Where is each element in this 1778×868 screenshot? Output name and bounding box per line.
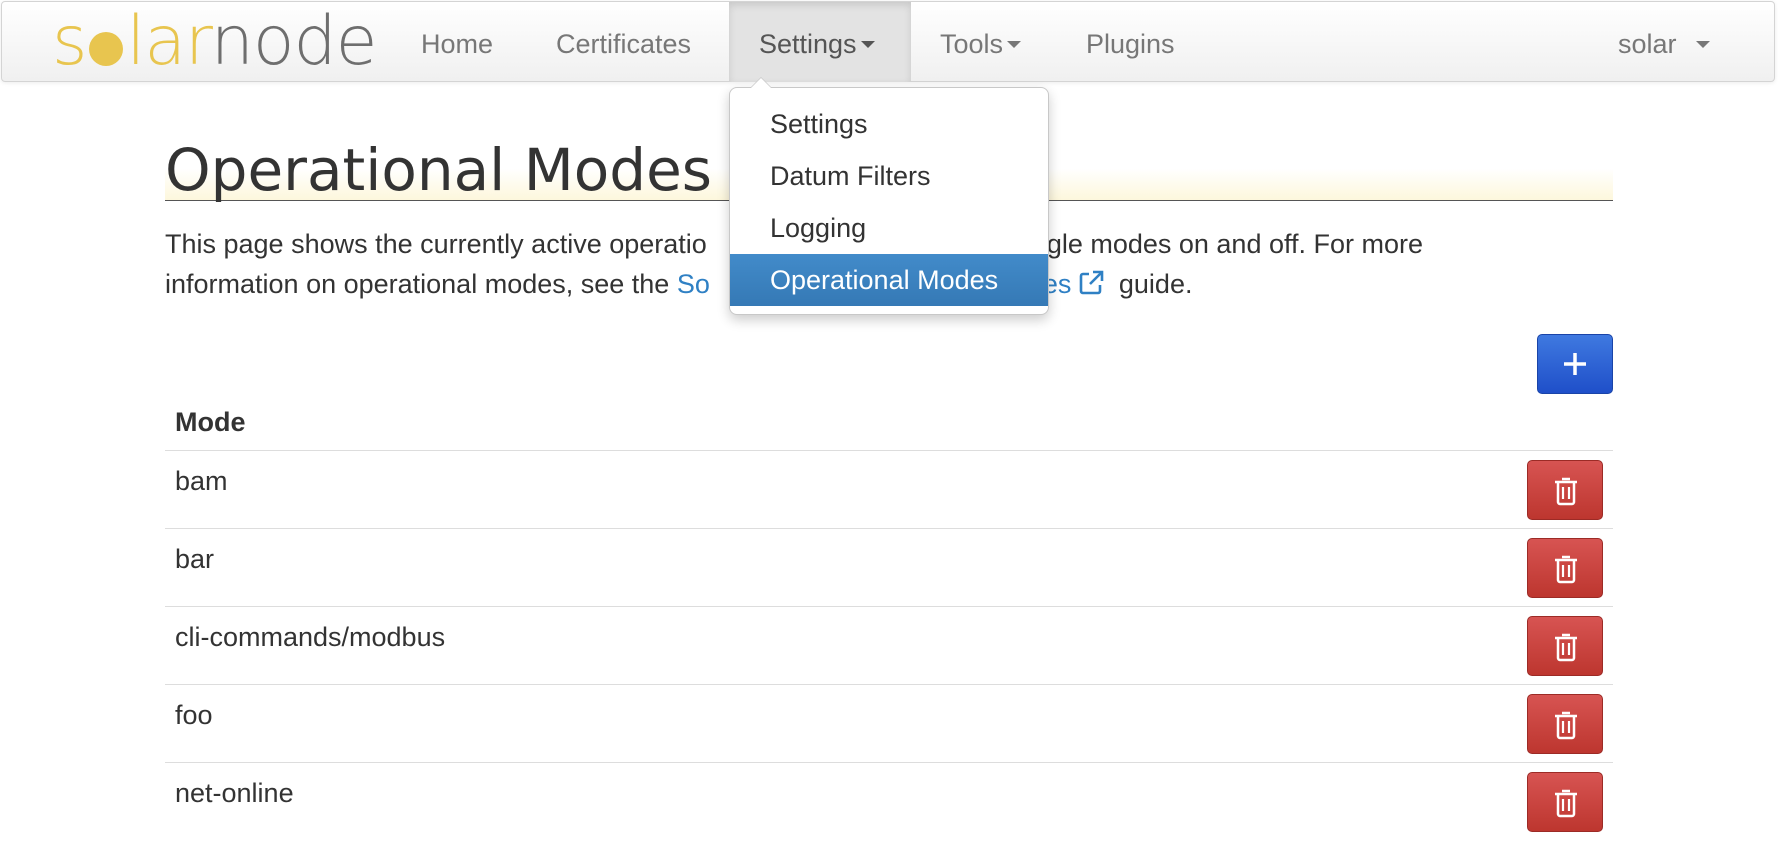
nav-tools-label: Tools — [940, 29, 1004, 59]
nav-certificates[interactable]: Certificates — [556, 2, 691, 82]
settings-dropdown-menu: Settings Datum Filters Logging Operation… — [729, 77, 1049, 315]
dropdown-item-datum-filters[interactable]: Datum Filters — [730, 150, 1048, 202]
caret-down-icon — [1007, 41, 1022, 48]
guide-link-start: So — [676, 269, 710, 299]
logo-text-lar: lar — [126, 2, 211, 81]
trash-icon — [1555, 789, 1577, 818]
delete-mode-button[interactable] — [1527, 772, 1603, 832]
logo-text-s: s — [52, 2, 87, 81]
mode-name: net-online — [175, 778, 294, 808]
table-row: net-online — [165, 762, 1613, 840]
logo-sun-dot — [89, 32, 124, 66]
dropdown-item-label: Operational Modes — [770, 265, 999, 295]
nav-settings-label: Settings — [759, 29, 857, 59]
mode-name: bam — [175, 466, 228, 496]
nav-home-label: Home — [421, 29, 494, 59]
mode-name: cli-commands/modbus — [175, 622, 446, 652]
table-row: bam — [165, 450, 1613, 528]
table-row: cli-commands/modbus — [165, 606, 1613, 684]
nav-home[interactable]: Home — [421, 2, 493, 82]
intro-line1-start: This page shows the currently active ope… — [165, 229, 707, 259]
plus-icon — [1564, 353, 1586, 375]
table-row: foo — [165, 684, 1613, 762]
delete-mode-button[interactable] — [1527, 460, 1603, 520]
delete-mode-button[interactable] — [1527, 538, 1603, 598]
trash-icon — [1555, 477, 1577, 506]
dropdown-item-label: Logging — [770, 213, 867, 243]
caret-down-icon — [1695, 41, 1710, 48]
dropdown-item-operational-modes[interactable]: Operational Modes — [730, 254, 1048, 306]
nav-settings[interactable]: Settings — [729, 2, 911, 82]
mode-name: bar — [175, 544, 215, 574]
dropdown-item-logging[interactable]: Logging — [730, 202, 1048, 254]
caret-down-icon — [860, 41, 875, 48]
intro-line1-end: oggle modes on and off. For more — [1016, 229, 1424, 259]
user-name: solar — [1618, 29, 1677, 59]
trash-icon — [1555, 711, 1577, 740]
top-navbar: s larnode Home Certificates Settings Tool… — [1, 1, 1775, 82]
dropdown-arrow-inner — [751, 78, 771, 88]
intro-line2-end: guide. — [1111, 269, 1193, 299]
dropdown-item-label: Datum Filters — [770, 161, 931, 191]
trash-icon — [1555, 633, 1577, 662]
mode-column-header: Mode — [175, 407, 246, 437]
dropdown-item-label: Settings — [770, 109, 868, 139]
modes-table: bam bar cli-commands/modbus foo net-onli… — [165, 450, 1613, 840]
add-mode-button[interactable] — [1537, 334, 1613, 394]
delete-mode-button[interactable] — [1527, 694, 1603, 754]
nav-tools[interactable]: Tools — [940, 2, 1022, 82]
logo-text-node: node — [210, 2, 378, 81]
nav-certificates-label: Certificates — [556, 29, 692, 59]
nav-plugins-label: Plugins — [1086, 29, 1175, 59]
table-row: bar — [165, 528, 1613, 606]
dropdown-item-settings[interactable]: Settings — [730, 98, 1048, 150]
intro-line2-start: information on operational modes, see th… — [165, 269, 677, 299]
mode-name: foo — [175, 700, 213, 730]
nav-plugins[interactable]: Plugins — [1086, 2, 1175, 82]
trash-icon — [1555, 555, 1577, 584]
external-link-icon — [1080, 270, 1104, 295]
solarnode-logo[interactable]: s larnode — [52, 2, 378, 82]
delete-mode-button[interactable] — [1527, 616, 1603, 676]
nav-user-menu[interactable]: solar — [1618, 2, 1710, 82]
